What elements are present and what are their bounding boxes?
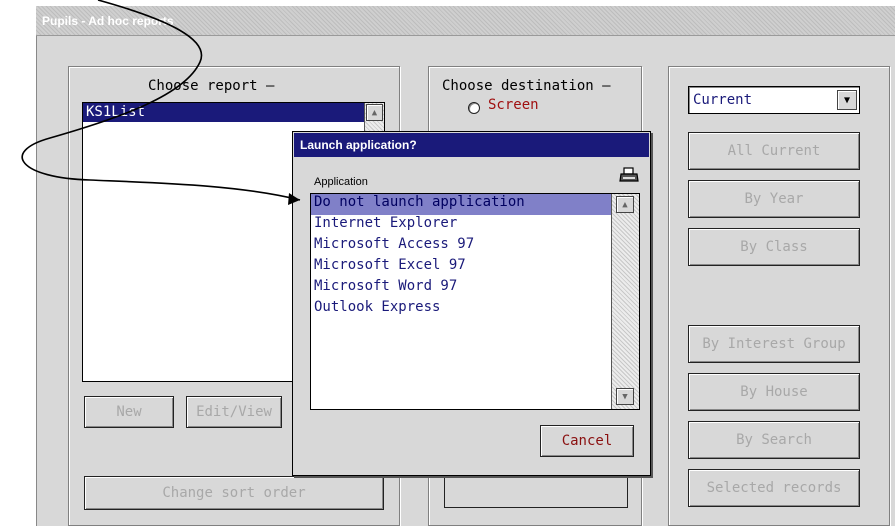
annotation-arrow: [21, 0, 301, 205]
